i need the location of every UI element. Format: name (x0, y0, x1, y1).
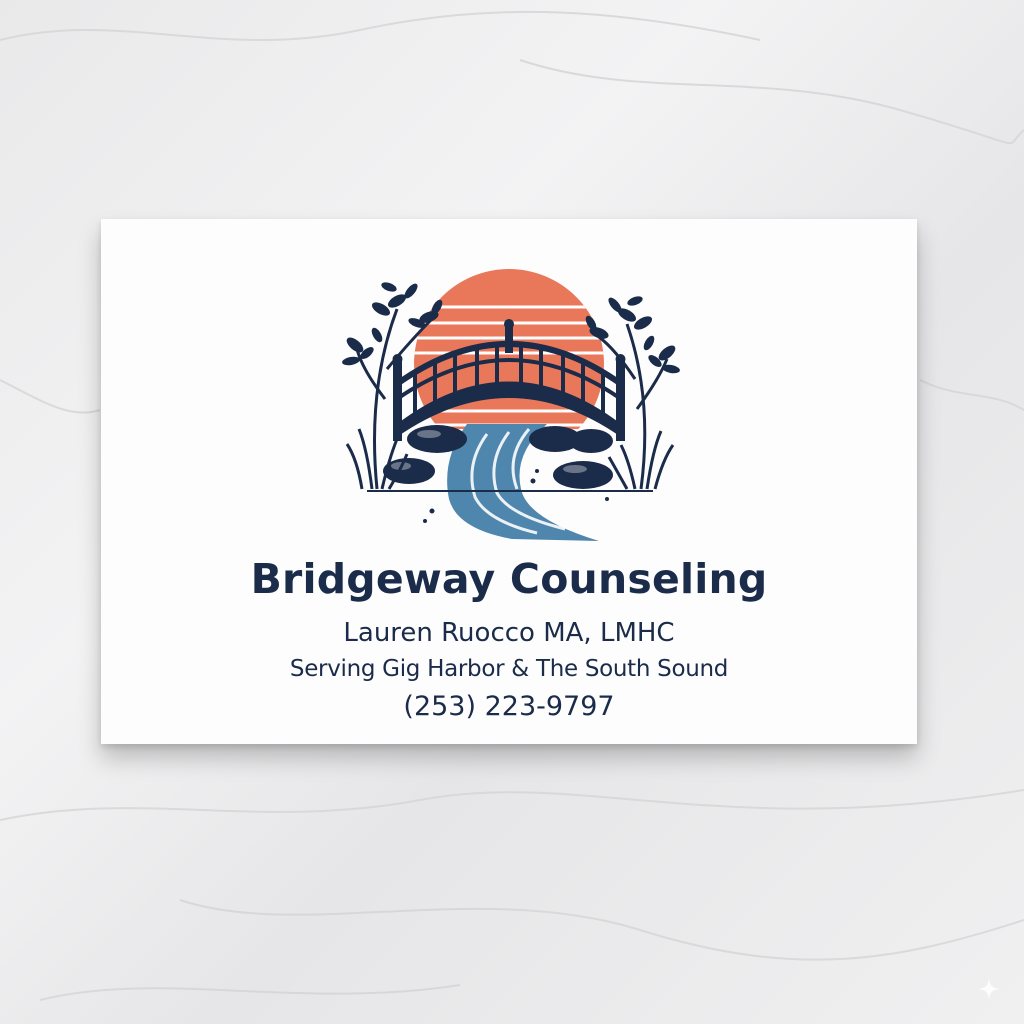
phone-number: (253) 223-9797 (403, 691, 615, 722)
sparkle-icon (978, 978, 1000, 1000)
therapist-name: Lauren Ruocco MA, LMHC (343, 618, 675, 648)
business-card: Bridgeway Counseling Lauren Ruocco MA, L… (101, 219, 917, 744)
bridge-logo-icon (342, 269, 680, 541)
business-name: Bridgeway Counseling (250, 555, 768, 603)
service-area: Serving Gig Harbor & The South Sound (289, 656, 729, 682)
